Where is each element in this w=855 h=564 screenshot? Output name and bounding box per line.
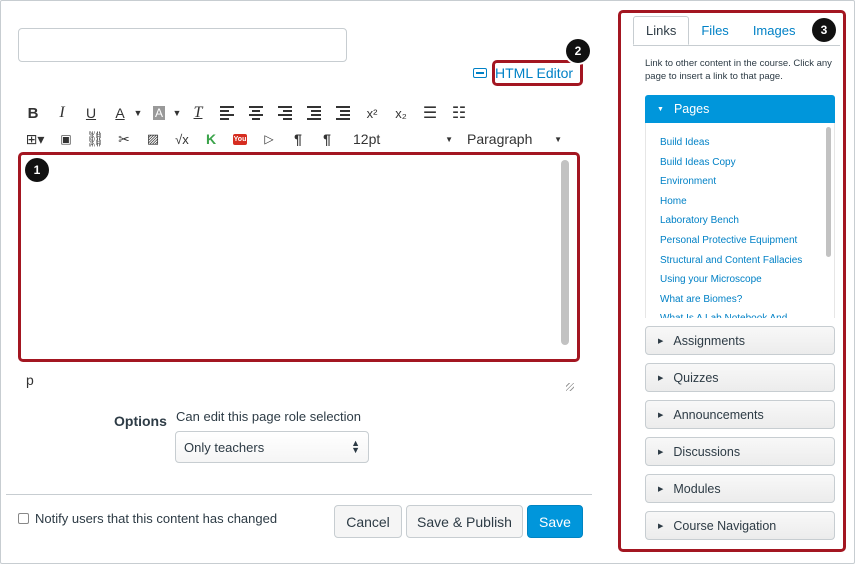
rtl-icon[interactable]: ¶ <box>316 128 338 150</box>
font-size-value: 12pt <box>353 131 381 147</box>
format-value: Paragraph <box>467 131 533 147</box>
highlight-editor <box>18 152 580 362</box>
superscript-button[interactable]: x² <box>361 102 383 124</box>
youtube-icon[interactable]: You <box>229 128 251 150</box>
resize-handle[interactable] <box>566 383 574 391</box>
background-color-label: A <box>152 106 165 120</box>
save-and-publish-button[interactable]: Save & Publish <box>406 505 523 538</box>
background-color-dropdown-icon[interactable]: ▼ <box>172 102 182 124</box>
unlink-icon[interactable]: ✂ <box>113 128 135 150</box>
toolbar-row-1: B I U A ▼ A ▼ T x² x₂ ☰ ☷ <box>22 102 477 124</box>
background-color-button[interactable]: A <box>148 102 170 124</box>
text-color-dropdown-icon[interactable]: ▼ <box>133 102 143 124</box>
table-icon[interactable]: ⊞▾ <box>22 128 48 150</box>
numbered-list-icon[interactable]: ☷ <box>448 102 470 124</box>
kaltura-icon[interactable]: K <box>200 128 222 150</box>
page-title-input[interactable] <box>18 28 347 62</box>
footer-divider <box>6 494 592 495</box>
bullet-list-icon[interactable]: ☰ <box>419 102 441 124</box>
save-button[interactable]: Save <box>527 505 583 538</box>
underline-button[interactable]: U <box>80 102 102 124</box>
indent-icon[interactable] <box>332 102 354 124</box>
element-path: p <box>26 372 34 388</box>
notify-label[interactable]: Notify users that this content has chang… <box>35 511 277 526</box>
align-right-icon[interactable] <box>274 102 296 124</box>
chevron-down-icon: ▼ <box>554 134 562 144</box>
text-color-button[interactable]: A <box>109 102 131 124</box>
cancel-button[interactable]: Cancel <box>334 505 402 538</box>
bold-button[interactable]: B <box>22 102 44 124</box>
clear-formatting-button[interactable]: T <box>187 102 209 124</box>
link-icon[interactable]: ⛓ <box>84 128 106 150</box>
video-icon[interactable]: ▷ <box>258 128 280 150</box>
font-size-select[interactable]: 12pt ▼ <box>353 131 453 147</box>
highlight-html-editor <box>492 60 583 86</box>
role-selection-label: Can edit this page role selection <box>176 409 362 424</box>
notify-checkbox[interactable] <box>18 513 29 524</box>
options-label: Options <box>114 413 167 429</box>
keyboard-icon <box>473 68 487 78</box>
callout-2: 2 <box>566 39 590 63</box>
align-center-icon[interactable] <box>245 102 267 124</box>
subscript-button[interactable]: x₂ <box>390 102 412 124</box>
align-left-icon[interactable] <box>216 102 238 124</box>
media-icon[interactable]: ▣ <box>55 128 77 150</box>
ltr-icon[interactable]: ¶ <box>287 128 309 150</box>
highlight-sidebar <box>618 10 846 552</box>
chevron-down-icon: ▼ <box>445 134 453 144</box>
callout-1: 1 <box>25 158 49 182</box>
image-icon[interactable]: ▨ <box>142 128 164 150</box>
role-select-value: Only teachers <box>184 439 265 455</box>
select-arrows-icon: ▲ ▼ <box>351 438 360 455</box>
format-select[interactable]: Paragraph ▼ <box>467 131 562 147</box>
outdent-icon[interactable] <box>303 102 325 124</box>
italic-button[interactable]: I <box>51 102 73 124</box>
notify-option[interactable]: Notify users that this content has chang… <box>18 511 277 526</box>
toolbar-row-2: ⊞▾ ▣ ⛓ ✂ ▨ √x K You ▷ ¶ ¶ 12pt ▼ Paragra… <box>22 128 562 150</box>
role-select[interactable]: Only teachers ▲ ▼ <box>175 431 369 463</box>
equation-icon[interactable]: √x <box>171 128 193 150</box>
callout-3: 3 <box>812 18 836 42</box>
